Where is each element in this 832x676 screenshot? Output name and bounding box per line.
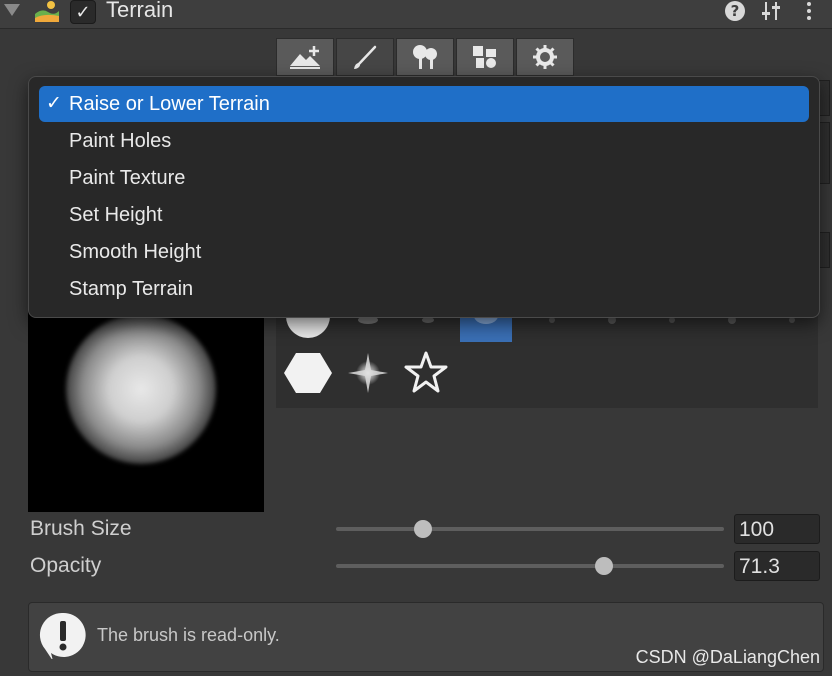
presets-sliders-icon[interactable] <box>760 0 782 22</box>
menu-item-label: Paint Texture <box>69 167 186 189</box>
brush-size-slider[interactable] <box>336 520 724 538</box>
menu-item-label: Smooth Height <box>69 241 202 263</box>
brush-star[interactable] <box>400 351 452 395</box>
svg-text:?: ? <box>731 2 740 20</box>
opacity-slider-thumb[interactable] <box>595 557 613 575</box>
brush-preview-image <box>28 296 264 512</box>
foldout-arrow-icon[interactable] <box>4 4 20 16</box>
help-icon[interactable]: ? <box>724 0 746 22</box>
inspector-header: ✓ Terrain ? <box>0 0 832 29</box>
exclamation-icon <box>39 612 86 659</box>
menu-item-label: Paint Holes <box>69 130 172 152</box>
opacity-field[interactable]: 71.3 <box>734 551 820 581</box>
tool-mode-dropdown-menu: ✓ Raise or Lower Terrain Paint Holes Pai… <box>28 76 820 318</box>
paint-brush-tool[interactable] <box>336 38 394 76</box>
details-icon <box>473 46 496 68</box>
menu-item-smooth-height[interactable]: Smooth Height <box>39 234 809 270</box>
menu-item-label: Raise or Lower Terrain <box>69 93 270 115</box>
opacity-label: Opacity <box>30 554 102 577</box>
terrain-component-icon <box>35 1 59 22</box>
paint-details-tool[interactable] <box>456 38 514 76</box>
paint-trees-tool[interactable] <box>396 38 454 76</box>
menu-item-paint-texture[interactable]: Paint Texture <box>39 160 809 196</box>
menu-item-label: Set Height <box>69 204 163 226</box>
component-title: Terrain <box>106 0 174 22</box>
menu-item-set-height[interactable]: Set Height <box>39 197 809 233</box>
component-enabled-checkbox[interactable]: ✓ <box>70 0 96 24</box>
menu-item-stamp-terrain[interactable]: Stamp Terrain <box>39 271 809 307</box>
paintbrush-icon <box>354 45 377 69</box>
trees-icon <box>413 45 437 69</box>
opacity-slider[interactable] <box>336 557 724 575</box>
settings-tool[interactable] <box>516 38 574 76</box>
raise-terrain-tool[interactable] <box>276 38 334 76</box>
checkmark-icon: ✓ <box>46 93 62 114</box>
brush-sparkle[interactable] <box>342 351 394 395</box>
gear-icon <box>533 45 557 69</box>
brush-shape <box>66 314 216 464</box>
terrain-tool-toolbar <box>276 38 576 76</box>
menu-item-label: Stamp Terrain <box>69 278 194 300</box>
brush-hexagon[interactable] <box>282 351 334 395</box>
mountain-plus-icon <box>290 46 320 69</box>
helpbox-message: The brush is read-only. <box>97 625 280 645</box>
menu-item-paint-holes[interactable]: Paint Holes <box>39 123 809 159</box>
brush-size-field[interactable]: 100 <box>734 514 820 544</box>
brush-size-slider-thumb[interactable] <box>413 520 432 538</box>
menu-item-raise-or-lower-terrain[interactable]: ✓ Raise or Lower Terrain <box>39 86 809 122</box>
more-options-icon[interactable] <box>800 0 818 22</box>
brush-size-label: Brush Size <box>30 517 132 540</box>
watermark-text: CSDN @DaLiangChen <box>635 647 820 667</box>
